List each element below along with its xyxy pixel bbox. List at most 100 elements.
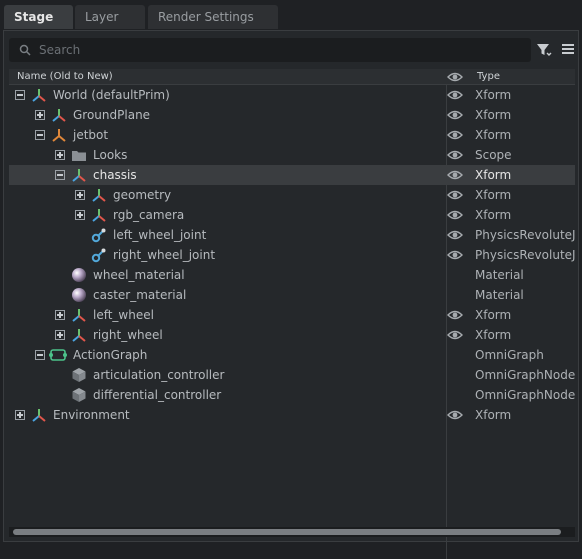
xform-icon: [71, 307, 87, 323]
prim-type: OmniGraphNode: [475, 368, 575, 382]
prim-label: Environment: [53, 408, 130, 422]
tab-stage-label: Stage: [14, 10, 54, 24]
prim-type: OmniGraphNode: [475, 388, 575, 402]
tree-row-environment[interactable]: Environment Xform: [9, 405, 575, 425]
prim-label: right_wheel: [93, 328, 163, 342]
prim-label: ActionGraph: [73, 348, 148, 362]
material-sphere-icon: [71, 287, 87, 303]
material-sphere-icon: [71, 267, 87, 283]
visibility-eye-icon[interactable]: [447, 309, 463, 321]
search-placeholder: Search: [39, 43, 81, 57]
tree-row-left-wheel[interactable]: left_wheel Xform: [9, 305, 575, 325]
xform-icon: [51, 107, 67, 123]
xform-icon: [91, 207, 107, 223]
expand-icon[interactable]: [35, 110, 45, 120]
filter-icon[interactable]: [536, 42, 552, 58]
omnigraph-icon: [49, 347, 67, 363]
prim-type: Xform: [475, 188, 512, 202]
tree-row-jetbot[interactable]: jetbot Xform: [9, 125, 575, 145]
visibility-eye-icon[interactable]: [447, 189, 463, 201]
visibility-eye-icon[interactable]: [447, 129, 463, 141]
visibility-eye-icon[interactable]: [447, 409, 463, 421]
prim-label: wheel_material: [93, 268, 185, 282]
revolute-joint-icon: [91, 247, 107, 263]
visibility-eye-icon[interactable]: [447, 329, 463, 341]
tree-row-caster-material[interactable]: caster_material Material: [9, 285, 575, 305]
xform-icon: [71, 327, 87, 343]
tree-row-chassis[interactable]: chassis Xform: [9, 165, 575, 185]
xform-icon: [91, 187, 107, 203]
xform-icon: [31, 87, 47, 103]
tree-row-world[interactable]: World (defaultPrim) Xform: [9, 85, 575, 105]
expand-icon[interactable]: [55, 310, 65, 320]
cube-node-icon: [71, 367, 87, 383]
prim-type: Xform: [475, 168, 512, 182]
tree-row-right-wheel-joint[interactable]: right_wheel_joint PhysicsRevoluteJoint: [9, 245, 575, 265]
tab-bar: Stage Layer Render Settings: [0, 0, 582, 32]
prim-type: Xform: [475, 108, 512, 122]
prim-type: Scope: [475, 148, 512, 162]
xform-orange-icon: [51, 127, 67, 143]
tree-row-groundplane[interactable]: GroundPlane Xform: [9, 105, 575, 125]
prim-type: Material: [475, 268, 524, 282]
hamburger-menu-icon[interactable]: [561, 42, 575, 56]
column-header: Name (Old to New) Type: [9, 69, 575, 85]
expand-icon[interactable]: [75, 210, 85, 220]
visibility-eye-icon[interactable]: [447, 149, 463, 161]
prim-label: Looks: [93, 148, 128, 162]
prim-label: left_wheel: [93, 308, 154, 322]
tab-stage[interactable]: Stage: [4, 5, 73, 29]
prim-type: Xform: [475, 308, 512, 322]
tab-layer[interactable]: Layer: [75, 5, 145, 29]
tree-row-looks[interactable]: Looks Scope: [9, 145, 575, 165]
visibility-eye-icon[interactable]: [447, 89, 463, 101]
tree-row-left-wheel-joint[interactable]: left_wheel_joint PhysicsRevoluteJoint: [9, 225, 575, 245]
tree-row-articulation-controller[interactable]: articulation_controller OmniGraphNode: [9, 365, 575, 385]
expand-icon[interactable]: [15, 410, 25, 420]
prim-label: World (defaultPrim): [53, 88, 170, 102]
cube-node-icon: [71, 387, 87, 403]
collapse-icon[interactable]: [15, 90, 25, 100]
search-icon: [19, 44, 31, 56]
visibility-header-eye-icon[interactable]: [447, 70, 463, 84]
revolute-joint-icon: [91, 227, 107, 243]
visibility-eye-icon[interactable]: [447, 209, 463, 221]
prim-type: Xform: [475, 328, 512, 342]
scrollbar-thumb[interactable]: [13, 529, 561, 535]
tree-row-wheel-material[interactable]: wheel_material Material: [9, 265, 575, 285]
expand-icon[interactable]: [55, 330, 65, 340]
xform-icon: [31, 407, 47, 423]
search-input[interactable]: Search: [9, 38, 531, 62]
tab-render-settings[interactable]: Render Settings: [148, 5, 278, 29]
expand-icon[interactable]: [55, 150, 65, 160]
prim-type: PhysicsRevoluteJoint: [475, 228, 575, 242]
folder-icon: [71, 147, 87, 163]
tree-row-actiongraph[interactable]: ActionGraph OmniGraph: [9, 345, 575, 365]
tree-row-right-wheel[interactable]: right_wheel Xform: [9, 325, 575, 345]
collapse-icon[interactable]: [35, 130, 45, 140]
expand-icon[interactable]: [75, 190, 85, 200]
tree-row-differential-controller[interactable]: differential_controller OmniGraphNode: [9, 385, 575, 405]
prim-label: geometry: [113, 188, 172, 202]
column-type-header[interactable]: Type: [477, 71, 500, 82]
stage-panel: Search Name (Old to New) Type World (def…: [3, 30, 579, 559]
prim-type: Material: [475, 288, 524, 302]
horizontal-scrollbar[interactable]: [9, 527, 575, 537]
visibility-eye-icon[interactable]: [447, 109, 463, 121]
collapse-icon[interactable]: [35, 350, 45, 360]
tree-row-geometry[interactable]: geometry Xform: [9, 185, 575, 205]
collapse-icon[interactable]: [55, 170, 65, 180]
visibility-eye-icon[interactable]: [447, 249, 463, 261]
xform-icon: [71, 167, 87, 183]
prim-type: Xform: [475, 128, 512, 142]
prim-label: right_wheel_joint: [113, 248, 216, 262]
column-name-header[interactable]: Name (Old to New): [17, 71, 113, 82]
prim-label: jetbot: [73, 128, 109, 142]
visibility-eye-icon[interactable]: [447, 169, 463, 181]
prim-label: GroundPlane: [73, 108, 151, 122]
prim-label: caster_material: [93, 288, 187, 302]
prim-type: Xform: [475, 208, 512, 222]
tree-row-rgb-camera[interactable]: rgb_camera Xform: [9, 205, 575, 225]
visibility-eye-icon[interactable]: [447, 229, 463, 241]
prim-label: differential_controller: [93, 388, 222, 402]
